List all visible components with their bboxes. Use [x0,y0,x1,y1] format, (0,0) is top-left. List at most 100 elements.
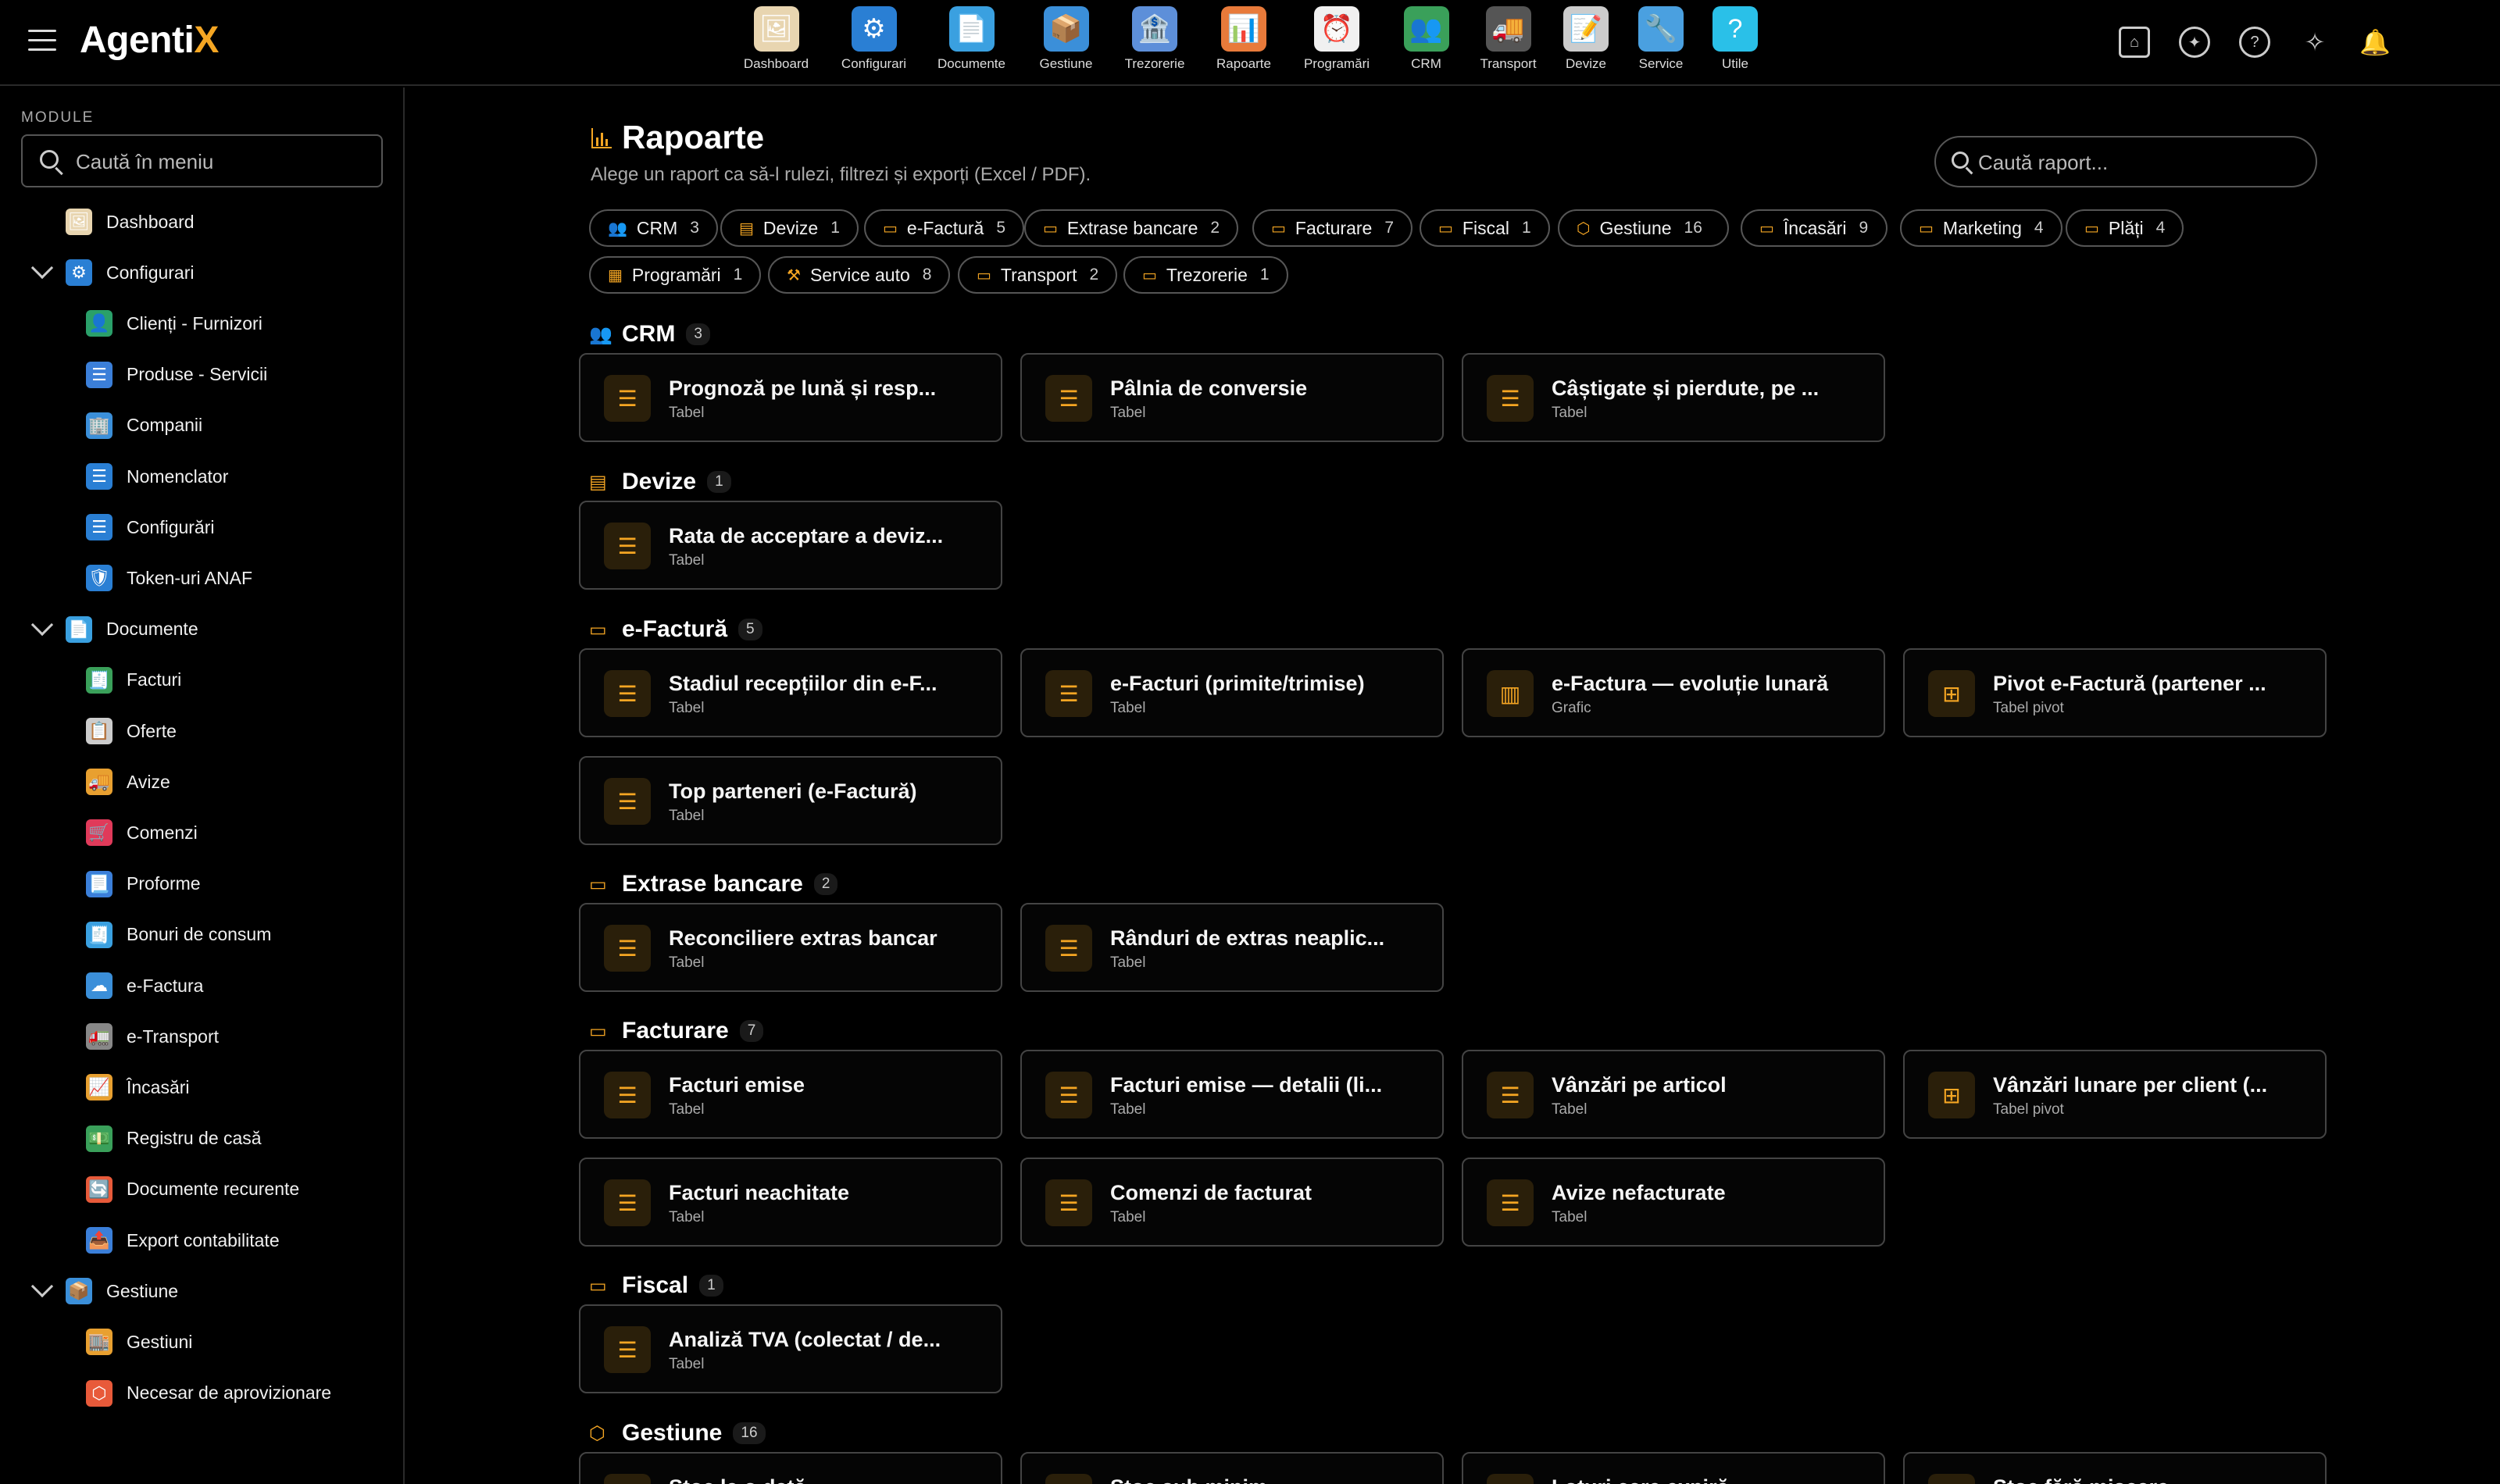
sidebar-item[interactable]: 🛡 Token-uri ANAF [86,556,252,600]
sidebar-item[interactable]: 👤 Clienți - Furnizori [86,301,262,345]
sidebar-item[interactable]: ☰ Nomenclator [86,455,228,498]
sidebar-item[interactable]: 🧾 Bonuri de consum [86,913,271,957]
home-icon[interactable]: ⌂ [2119,27,2150,58]
sidebar-item[interactable]: 📦 Gestiune [30,1269,178,1313]
report-search-input[interactable] [1978,148,2298,177]
sidebar-search-input[interactable] [76,147,373,177]
report-card[interactable]: ☰ Facturi emise Tabel [579,1050,1002,1139]
list-icon: ☰ [1928,1474,1975,1484]
chevron-down-icon[interactable] [30,257,54,280]
sidebar-item[interactable]: 📤 Export contabilitate [86,1218,280,1262]
report-card[interactable]: ☰ Stadiul recepțiilor din e-F... Tabel [579,648,1002,737]
sidebar-item[interactable]: 💵 Registru de casă [86,1117,262,1161]
module-label: Dashboard [743,56,809,71]
module-configurari[interactable]: ⚙ Configurari [826,6,922,84]
chip-fiscal[interactable]: ▭ Fiscal 1 [1420,209,1550,247]
report-card[interactable]: ▥ e-Factura — evoluție lunară Grafic [1462,648,1885,737]
sidebar-item[interactable]: 🖼 Dashboard [34,200,195,244]
list-icon: ☰ [1045,670,1092,717]
chip-crm[interactable]: 👥 CRM 3 [589,209,718,247]
chip-plăți[interactable]: ▭ Plăți 4 [2066,209,2184,247]
list-icon: ☰ [1045,375,1092,422]
chip-trezorerie[interactable]: ▭ Trezorerie 1 [1123,256,1288,294]
module-crm[interactable]: 👥 CRM [1384,6,1468,84]
report-title: Reconciliere extras bancar [669,926,938,950]
chip-e-factură[interactable]: ▭ e-Factură 5 [864,209,1025,247]
module-transport[interactable]: 🚚 Transport [1468,6,1548,84]
sidebar-item[interactable]: ⚙ Configurari [30,251,195,294]
chip-marketing[interactable]: ▭ Marketing 4 [1900,209,2062,247]
report-card[interactable]: ☰ Câștigate și pierdute, pe ... Tabel [1462,353,1885,442]
sidebar-item[interactable]: 📃 Proforme [86,862,201,906]
chip-gestiune[interactable]: ⬡ Gestiune 16 [1558,209,1729,247]
report-title: e-Factura — evoluție lunară [1552,672,1829,695]
documents-icon: 📄 [948,6,995,52]
module-label: Documente [938,56,1005,71]
sidebar-search [21,134,383,187]
report-card[interactable]: ☰ Top parteneri (e-Factură) Tabel [579,756,1002,845]
chip-count: 4 [2034,219,2044,237]
sidebar-item[interactable]: ☰ Configurări [86,505,215,549]
sidebar-item[interactable]: 🛒 Comenzi [86,811,198,854]
company-icon: 🏢 [86,412,112,439]
sparkle-icon[interactable]: ✧ [2299,27,2330,58]
report-card[interactable]: ☰ Rânduri de extras neaplic... Tabel [1020,903,1444,992]
help-icon[interactable]: ? [2239,27,2270,58]
chip-devize[interactable]: ▤ Devize 1 [720,209,859,247]
report-card[interactable]: ☰ Vânzări pe articol Tabel [1462,1050,1885,1139]
hamburger-menu-icon[interactable] [28,30,56,53]
chip-încasări[interactable]: ▭ Încasări 9 [1741,209,1888,247]
module-dashboard[interactable]: 🖼 Dashboard [727,6,826,84]
sidebar-item[interactable]: ☰ Produse - Servicii [86,353,267,397]
chevron-down-icon[interactable] [30,613,54,636]
sidebar-item[interactable]: 📋 Oferte [86,709,177,753]
chip-count: 2 [1089,266,1099,284]
chip-facturare[interactable]: ▭ Facturare 7 [1252,209,1413,247]
report-card[interactable]: ☰ Facturi emise — detalii (li... Tabel [1020,1050,1444,1139]
report-card[interactable]: ⊞ Vânzări lunare per client (... Tabel piv… [1903,1050,2327,1139]
report-card[interactable]: ☰Stoc sub minimTabel [1020,1452,1444,1484]
sidebar-item[interactable]: ☁ e-Factura [86,964,203,1008]
sidebar-item[interactable]: 🚛 e-Transport [86,1015,219,1058]
sidebar-item[interactable]: 📄 Documente [30,608,198,651]
report-card[interactable]: ☰Loturi care expirăTabel [1462,1452,1885,1484]
report-card[interactable]: ☰ e-Facturi (primite/trimise) Tabel [1020,648,1444,737]
report-card[interactable]: ☰ Facturi neachitate Tabel [579,1158,1002,1247]
report-card[interactable]: ☰ Avize nefacturate Tabel [1462,1158,1885,1247]
module-gestiune[interactable]: 📦 Gestiune [1021,6,1111,84]
report-card[interactable]: ☰ Pâlnia de conversie Tabel [1020,353,1444,442]
chevron-down-icon[interactable] [30,1275,54,1298]
chip-programări[interactable]: ▦ Programări 1 [589,256,762,294]
report-card[interactable]: ⊞ Pivot e-Factură (partener ... Tabel pivo… [1903,648,2327,737]
report-card[interactable]: ☰ Rata de acceptare a deviz... Tabel [579,501,1002,590]
sidebar-item[interactable]: ⬡ Necesar de aprovizionare [86,1372,331,1415]
report-card[interactable]: ☰Stoc fără mișcareTabel [1903,1452,2327,1484]
chip-service-auto[interactable]: ⚒ Service auto 8 [768,256,951,294]
chip-extrase-bancare[interactable]: ▭ Extrase bancare 2 [1024,209,1239,247]
report-card[interactable]: ☰Stoc la o datăTabel [579,1452,1002,1484]
report-card[interactable]: ☰ Comenzi de facturat Tabel [1020,1158,1444,1247]
sidebar-item[interactable]: 🚚 Avize [86,760,170,804]
module-trezorerie[interactable]: 🏦 Trezorerie [1111,6,1198,84]
module-programări[interactable]: ⏰ Programări [1289,6,1384,84]
chip-transport[interactable]: ▭ Transport 2 [958,256,1118,294]
report-card[interactable]: ☰ Prognoză pe lună și resp... Tabel [579,353,1002,442]
module-devize[interactable]: 📝 Devize [1548,6,1623,84]
brand-logo[interactable]: AgentiX [80,19,219,62]
module-documente[interactable]: 📄 Documente [922,6,1021,84]
sidebar-item[interactable]: 🔄 Documente recurente [86,1168,299,1211]
module-service[interactable]: 🔧 Service [1623,6,1698,84]
bell-icon[interactable]: 🔔 [2359,27,2391,58]
report-card[interactable]: ☰ Analiză TVA (colectat / de... Tabel [579,1304,1002,1393]
chip-count: 8 [922,266,932,284]
sidebar-item[interactable]: 📈 Încasări [86,1065,190,1109]
sidebar-item[interactable]: 🧾 Facturi [86,658,181,702]
module-utile[interactable]: ? Utile [1698,6,1772,84]
compass-icon[interactable]: ✦ [2179,27,2210,58]
report-card[interactable]: ☰ Reconciliere extras bancar Tabel [579,903,1002,992]
search-icon [40,150,59,169]
sidebar-item[interactable]: 🏬 Gestiuni [86,1320,192,1364]
sidebar-item[interactable]: 🏢 Companii [86,404,202,448]
list-icon: ☰ [1045,1072,1092,1118]
module-rapoarte[interactable]: 📊 Rapoarte [1198,6,1289,84]
